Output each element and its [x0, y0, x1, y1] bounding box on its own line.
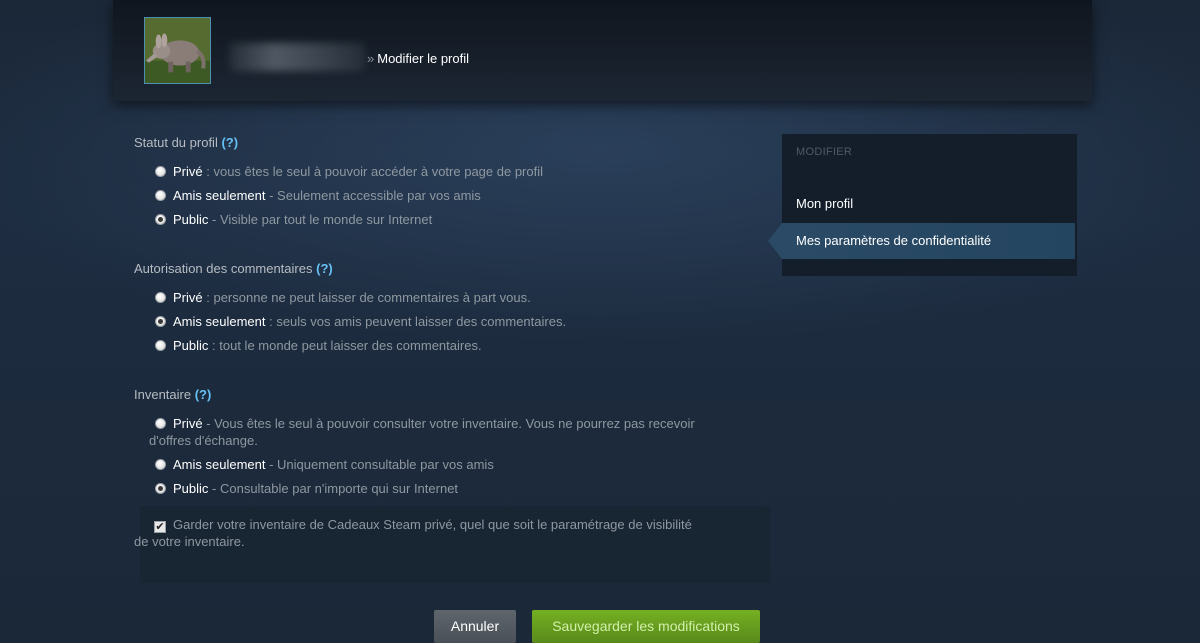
inventory-option-private[interactable]: Privé - Vous êtes le seul à pouvoir cons…: [155, 415, 755, 432]
save-button[interactable]: Sauvegarder les modifications: [532, 610, 760, 643]
radio-button-checked[interactable]: [155, 316, 166, 327]
edit-sidebar: MODIFIER Mon profil Mes paramètres de co…: [768, 134, 1077, 276]
option-label: Public: [173, 212, 209, 227]
option-desc: : tout le monde peut laisser des comment…: [208, 338, 482, 353]
gift-inventory-text-cont-label: de votre inventaire.: [134, 534, 245, 549]
comments-label: Autorisation des commentaires: [134, 261, 313, 276]
option-label: Amis seulement: [173, 314, 266, 329]
profile-status-option-private[interactable]: Privé : vous êtes le seul à pouvoir accé…: [155, 163, 543, 180]
radio-button[interactable]: [155, 459, 166, 470]
option-label: Public: [173, 481, 209, 496]
radio-button[interactable]: [155, 292, 166, 303]
option-label: Amis seulement: [173, 457, 266, 472]
profile-status-option-public[interactable]: Public - Visible par tout le monde sur I…: [155, 211, 432, 228]
profile-status-label: Statut du profil: [134, 135, 218, 150]
sidebar-item-privacy-settings[interactable]: Mes paramètres de confidentialité: [768, 223, 1075, 259]
avatar[interactable]: [144, 17, 211, 84]
comments-title: Autorisation des commentaires (?): [134, 261, 333, 276]
radio-button[interactable]: [155, 166, 166, 177]
option-desc: : personne ne peut laisser de commentair…: [202, 290, 531, 305]
inventory-option-public[interactable]: Public - Consultable par n'importe qui s…: [155, 480, 458, 497]
option-desc: - Consultable par n'importe qui sur Inte…: [208, 481, 459, 496]
comments-option-public[interactable]: Public : tout le monde peut laisser des …: [155, 337, 482, 354]
cancel-button[interactable]: Annuler: [434, 610, 516, 643]
profile-status-option-friends[interactable]: Amis seulement - Seulement accessible pa…: [155, 187, 481, 204]
option-label: Privé: [173, 164, 203, 179]
option-label: Privé: [173, 416, 203, 431]
comments-option-private[interactable]: Privé : personne ne peut laisser de comm…: [155, 289, 531, 306]
profile-status-help-link[interactable]: (?): [221, 135, 238, 150]
option-label: Privé: [173, 290, 203, 305]
option-desc: - Vous êtes le seul à pouvoir consulter …: [202, 416, 695, 431]
breadcrumb-current: Modifier le profil: [377, 51, 469, 66]
radio-button[interactable]: [155, 418, 166, 429]
option-desc-cont: d'offres d'échange.: [149, 433, 258, 448]
radio-button-checked[interactable]: [155, 214, 166, 225]
option-label: Amis seulement: [173, 188, 266, 203]
radio-button[interactable]: [155, 190, 166, 201]
blurred-username: [229, 43, 365, 71]
breadcrumb-separator: »: [367, 51, 375, 66]
inventory-title: Inventaire (?): [134, 387, 211, 402]
option-desc: : vous êtes le seul à pouvoir accéder à …: [202, 164, 543, 179]
inventory-option-private-cont: d'offres d'échange.: [149, 432, 258, 449]
inventory-option-friends[interactable]: Amis seulement - Uniquement consultable …: [155, 456, 494, 473]
comments-help-link[interactable]: (?): [316, 261, 333, 276]
gift-inventory-checkbox-row[interactable]: ✔ Garder votre inventaire de Cadeaux Stea…: [154, 516, 754, 533]
option-desc: - Visible par tout le monde sur Internet: [208, 212, 433, 227]
breadcrumb: » Modifier le profil: [367, 51, 469, 66]
profile-header: » Modifier le profil: [113, 0, 1092, 101]
option-desc: - Uniquement consultable par vos amis: [265, 457, 494, 472]
inventory-help-link[interactable]: (?): [195, 387, 212, 402]
gift-inventory-checkbox[interactable]: ✔: [154, 521, 166, 533]
aardvark-avatar-icon: [145, 18, 210, 83]
radio-button-checked[interactable]: [155, 483, 166, 494]
sidebar-item-my-profile[interactable]: Mon profil: [782, 186, 1077, 222]
option-desc: - Seulement accessible par vos amis: [265, 188, 481, 203]
gift-inventory-text-cont: de votre inventaire.: [134, 533, 245, 550]
radio-button[interactable]: [155, 340, 166, 351]
option-desc: : seuls vos amis peuvent laisser des com…: [265, 314, 567, 329]
sidebar-title: MODIFIER: [796, 146, 853, 158]
option-label: Public: [173, 338, 209, 353]
profile-status-title: Statut du profil (?): [134, 135, 238, 150]
gift-inventory-text: Garder votre inventaire de Cadeaux Steam…: [173, 517, 692, 532]
comments-option-friends[interactable]: Amis seulement : seuls vos amis peuvent …: [155, 313, 566, 330]
inventory-label: Inventaire: [134, 387, 192, 402]
